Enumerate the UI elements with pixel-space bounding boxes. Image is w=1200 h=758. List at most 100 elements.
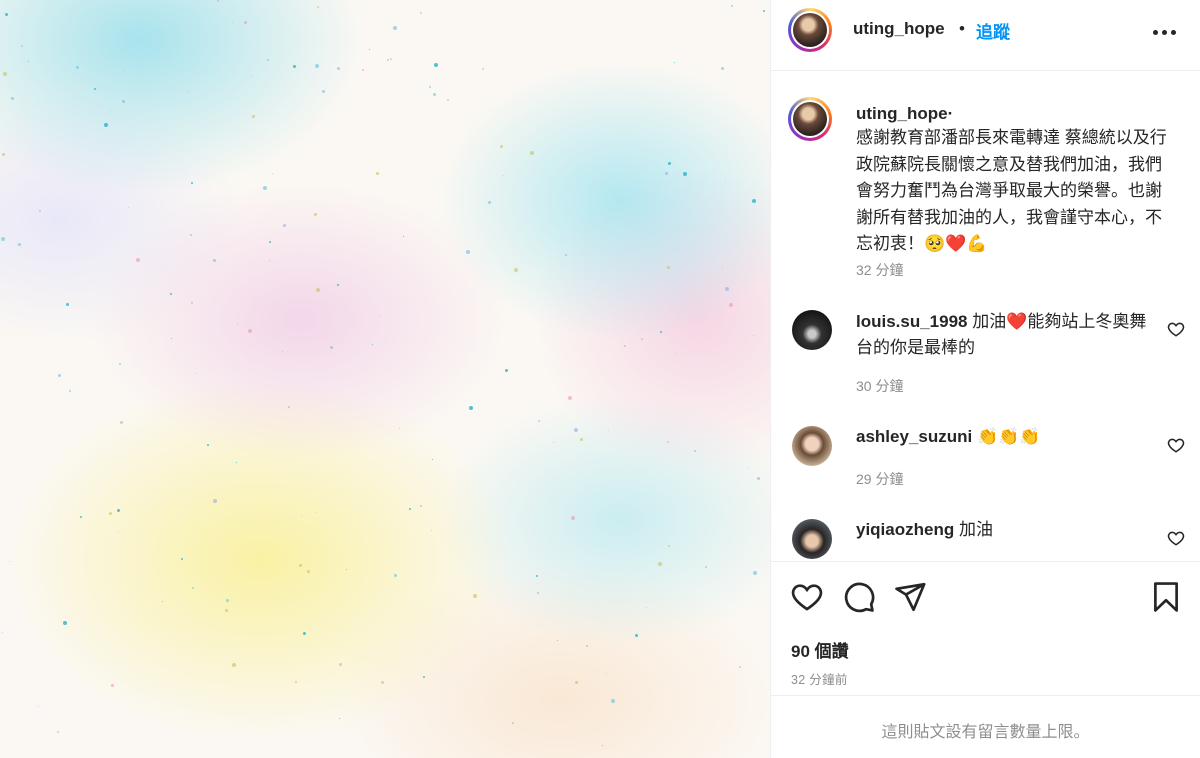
image-speck	[667, 441, 669, 443]
image-speck	[469, 406, 473, 410]
comment-username[interactable]: louis.su_1998	[856, 312, 968, 331]
image-speck	[120, 421, 123, 424]
commenter-avatar[interactable]	[792, 519, 832, 559]
image-speck	[635, 634, 638, 637]
image-speck	[192, 587, 194, 589]
image-speck	[299, 564, 302, 567]
image-speck	[537, 592, 539, 594]
image-speck	[80, 516, 82, 518]
comment-bubble-icon[interactable]	[842, 580, 876, 614]
image-speck	[447, 99, 449, 101]
image-speck	[226, 599, 229, 602]
post-actions	[771, 580, 1200, 620]
image-speck	[293, 65, 296, 68]
like-comment-heart-icon[interactable]	[1167, 320, 1185, 338]
image-speck	[232, 22, 233, 23]
image-speck	[757, 477, 760, 480]
image-speck	[171, 338, 172, 339]
comments-list[interactable]: uting_hope· 感謝教育部潘部長來電轉達 蔡總統以及行政院蘇院長關懷之意…	[771, 71, 1200, 559]
image-speck	[9, 561, 10, 562]
image-speck	[611, 699, 615, 703]
likes-count[interactable]: 90 個讚	[791, 637, 849, 662]
image-speck	[117, 509, 120, 512]
image-speck	[722, 268, 723, 269]
actions-divider	[771, 561, 1200, 562]
image-speck	[376, 172, 379, 175]
image-speck	[187, 91, 188, 92]
comment-username[interactable]: ashley_suzuni	[856, 427, 972, 446]
author-avatar[interactable]	[788, 8, 832, 52]
image-speck	[58, 374, 61, 377]
image-speck	[283, 224, 286, 227]
image-speck	[322, 90, 325, 93]
footer-divider	[771, 695, 1200, 696]
image-speck	[303, 632, 306, 635]
image-speck	[466, 250, 470, 254]
comment-username[interactable]: yiqiaozheng	[856, 520, 954, 539]
image-speck	[21, 45, 23, 47]
post-details-panel: uting_hope • 追蹤 uting_hope· 感謝教育部潘部長來電轉達…	[771, 0, 1200, 758]
image-speck	[109, 512, 112, 515]
image-speck	[372, 344, 373, 345]
image-speck	[753, 335, 754, 336]
image-speck	[76, 66, 79, 69]
image-speck	[394, 574, 397, 577]
like-heart-icon[interactable]	[790, 580, 824, 614]
like-comment-heart-icon[interactable]	[1167, 529, 1185, 547]
image-speck	[748, 468, 749, 469]
caption-avatar[interactable]	[788, 97, 832, 141]
image-speck	[674, 62, 675, 63]
image-speck	[2, 153, 5, 156]
image-speck	[225, 609, 228, 612]
image-speck	[387, 59, 389, 61]
image-speck	[433, 93, 436, 96]
image-speck	[420, 505, 422, 507]
comment-text: 👏👏👏	[976, 427, 1041, 446]
image-speck	[574, 428, 578, 432]
image-speck	[705, 566, 707, 568]
image-speck	[119, 363, 121, 365]
like-comment-heart-icon[interactable]	[1167, 436, 1185, 454]
image-speck	[339, 718, 340, 719]
image-speck	[1, 237, 5, 241]
image-speck	[69, 390, 71, 392]
image-speck	[191, 302, 193, 304]
image-speck	[553, 442, 554, 443]
image-speck	[725, 180, 726, 181]
image-speck	[232, 663, 236, 667]
commenter-avatar[interactable]	[792, 310, 832, 350]
author-username[interactable]: uting_hope	[853, 19, 945, 39]
image-speck	[575, 681, 578, 684]
image-speck	[434, 63, 438, 67]
image-speck	[181, 558, 183, 560]
post-image[interactable]	[0, 0, 770, 758]
share-send-icon[interactable]	[893, 580, 927, 614]
image-speck	[586, 645, 588, 647]
image-speck	[346, 569, 347, 570]
image-speck	[381, 681, 384, 684]
image-speck	[641, 338, 643, 340]
image-speck	[729, 303, 733, 307]
image-speck	[316, 288, 320, 292]
image-speck	[503, 175, 504, 176]
follow-button[interactable]: 追蹤	[976, 18, 1010, 43]
image-speck	[118, 531, 119, 532]
more-options-icon[interactable]	[1153, 30, 1177, 36]
image-speck	[753, 571, 757, 575]
image-speck	[646, 607, 647, 608]
image-speck	[337, 67, 340, 70]
image-speck	[668, 545, 670, 547]
image-speck	[5, 13, 8, 16]
image-speck	[763, 10, 765, 12]
image-speck	[538, 420, 540, 422]
image-speck	[162, 601, 163, 602]
caption-username[interactable]: uting_hope·	[856, 104, 953, 124]
commenter-avatar[interactable]	[792, 426, 832, 466]
save-bookmark-icon[interactable]	[1149, 580, 1183, 614]
posted-time[interactable]: 32 分鐘前	[791, 669, 848, 688]
image-speck	[269, 260, 270, 261]
image-speck	[3, 72, 7, 76]
image-speck	[393, 26, 397, 30]
image-speck	[403, 236, 404, 237]
image-speck	[2, 632, 3, 633]
